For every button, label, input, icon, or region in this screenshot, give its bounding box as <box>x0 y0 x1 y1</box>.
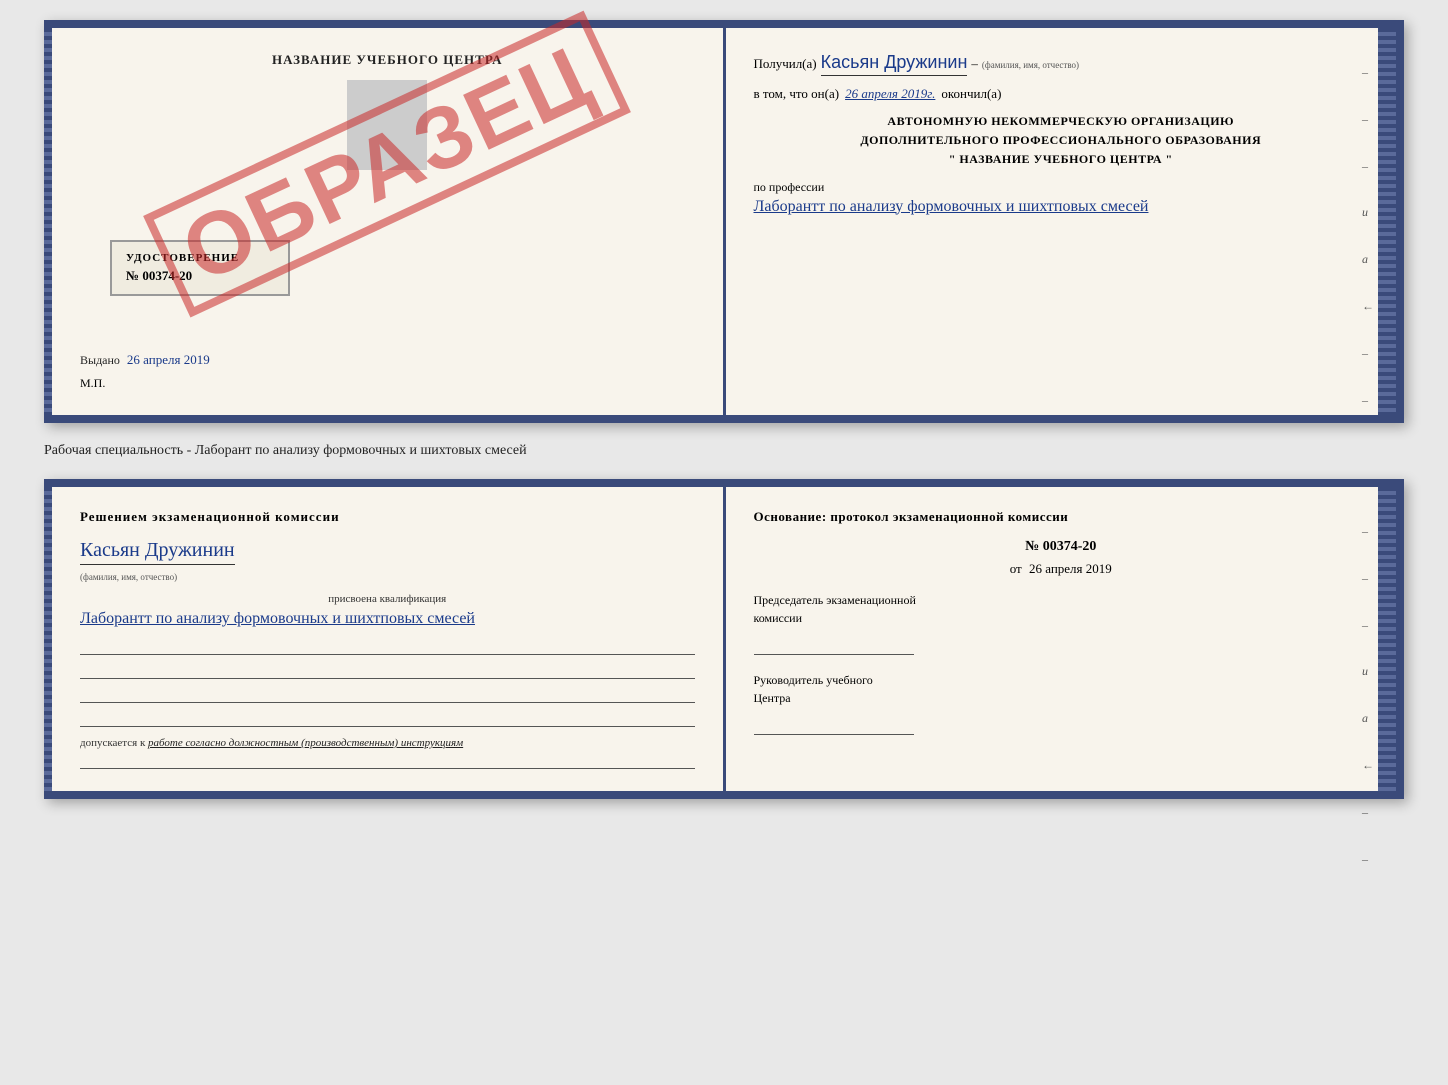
dash-b1: – <box>1362 517 1374 546</box>
underline-b1 <box>80 755 695 769</box>
spine-left-bottom <box>44 487 52 791</box>
predsedatel-line2: комиссии <box>754 609 1369 627</box>
top-certificate-book: НАЗВАНИЕ УЧЕБНОГО ЦЕНТРА ОБРАЗЕЦ УДОСТОВ… <box>44 20 1404 423</box>
ot-date-value: 26 апреля 2019 <box>1029 561 1112 576</box>
spine-right-bottom <box>1378 487 1396 791</box>
org-block: АВТОНОМНУЮ НЕКОММЕРЧЕСКУЮ ОРГАНИЗАЦИЮ ДО… <box>754 112 1369 170</box>
vydano-line: Выдано 26 апреля 2019 <box>80 352 695 368</box>
prisvoena-label: присвоена квалификация <box>80 593 695 605</box>
po-professii-label: по профессии <box>754 180 825 194</box>
cert-left-page: НАЗВАНИЕ УЧЕБНОГО ЦЕНТРА ОБРАЗЕЦ УДОСТОВ… <box>52 28 726 415</box>
spine-left <box>44 28 52 415</box>
dopuskaetsya-text: работе согласно должностным (производств… <box>148 737 463 749</box>
mp-line: М.П. <box>80 376 695 391</box>
resheniem-title: Решением экзаменационной комиссии <box>80 509 695 525</box>
org-line3: " НАЗВАНИЕ УЧЕБНОГО ЦЕНТРА " <box>754 150 1369 169</box>
photo-placeholder <box>347 80 427 170</box>
udostoverenie-number: № 00374-20 <box>126 268 274 284</box>
dash-ba: а <box>1362 704 1374 733</box>
dash-3: – <box>1362 152 1374 181</box>
poluchil-name: Касьян Дружинин <box>821 52 968 76</box>
ot-label: от <box>1010 561 1022 576</box>
dopuskaetsya-block: допускается к работе согласно должностны… <box>80 737 695 749</box>
rukovoditel-line2: Центра <box>754 689 1369 707</box>
dash-1: – <box>1362 58 1374 87</box>
ot-date: от 26 апреля 2019 <box>754 561 1369 577</box>
underlines-bottom <box>80 755 695 769</box>
dash-5: – <box>1362 386 1374 415</box>
vtom-label: в том, что он(а) <box>754 86 840 102</box>
underline-2 <box>80 665 695 679</box>
profesia-block: по профессии Лаборантт по анализу формов… <box>754 180 1369 219</box>
dash-b4: – <box>1362 798 1374 827</box>
dopuskaetsya-label: допускается к <box>80 737 145 749</box>
cert-right-page: Получил(а) Касьян Дружинин – (фамилия, и… <box>726 28 1397 415</box>
udostoverenie-label: УДОСТОВЕРЕНИЕ <box>126 252 274 264</box>
underlines <box>80 641 695 727</box>
poluchil-label: Получил(а) <box>754 56 817 72</box>
dash-arrow: ← <box>1362 292 1374 321</box>
predsedatel-block: Председатель экзаменационной комиссии <box>754 591 1369 655</box>
rukovoditel-sig-line <box>754 715 914 735</box>
kasyan-name-block: Касьян Дружинин (фамилия, имя, отчество) <box>80 539 695 585</box>
right-dashes-bottom: – – – и а ← – – <box>1362 517 1374 873</box>
dash-bi: и <box>1362 657 1374 686</box>
dash-label: – <box>971 56 978 72</box>
dash-barrow: ← <box>1362 751 1374 780</box>
fio-label-top: (фамилия, имя, отчество) <box>982 60 1079 70</box>
udostoverenie-block: УДОСТОВЕРЕНИЕ № 00374-20 <box>110 240 290 296</box>
org-line1: АВТОНОМНУЮ НЕКОММЕРЧЕСКУЮ ОРГАНИЗАЦИЮ <box>754 112 1369 131</box>
right-dashes: – – – и а ← – – <box>1362 58 1374 414</box>
protocol-number: № 00374-20 <box>754 539 1369 555</box>
spine-right-top <box>1378 28 1396 415</box>
rukovoditel-block: Руководитель учебного Центра <box>754 671 1369 735</box>
okonchil-label: окончил(а) <box>941 86 1001 102</box>
bottom-left-page: Решением экзаменационной комиссии Касьян… <box>52 487 726 791</box>
cert-title: НАЗВАНИЕ УЧЕБНОГО ЦЕНТРА <box>80 52 695 68</box>
predsedatel-line1: Председатель экзаменационной <box>754 591 1369 609</box>
dash-b2: – <box>1362 564 1374 593</box>
org-line2: ДОПОЛНИТЕЛЬНОГО ПРОФЕССИОНАЛЬНОГО ОБРАЗО… <box>754 131 1369 150</box>
underline-3 <box>80 689 695 703</box>
predsedatel-sig-line <box>754 635 914 655</box>
vtom-date: 26 апреля 2019г. <box>845 86 935 102</box>
vtom-line: в том, что он(а) 26 апреля 2019г. окончи… <box>754 86 1369 102</box>
dash-a: а <box>1362 245 1374 274</box>
dash-i: и <box>1362 198 1374 227</box>
vydano-date: 26 апреля 2019 <box>127 352 210 367</box>
underline-4 <box>80 713 695 727</box>
subtitle-line: Рабочая специальность - Лаборант по анал… <box>44 439 1404 463</box>
osnovanie-title: Основание: протокол экзаменационной коми… <box>754 509 1369 525</box>
profession-text: Лаборантт по анализу формовочных и шихтп… <box>754 195 1369 219</box>
dash-2: – <box>1362 105 1374 134</box>
bottom-certificate-book: Решением экзаменационной комиссии Касьян… <box>44 479 1404 799</box>
underline-1 <box>80 641 695 655</box>
dash-b5: – <box>1362 845 1374 874</box>
bottom-right-page: Основание: протокол экзаменационной коми… <box>726 487 1397 791</box>
vydano-label: Выдано <box>80 353 120 367</box>
fio-label-bottom: (фамилия, имя, отчество) <box>80 572 177 582</box>
poluchil-line: Получил(а) Касьян Дружинин – (фамилия, и… <box>754 52 1369 76</box>
dash-b3: – <box>1362 611 1374 640</box>
kasyan-name: Касьян Дружинин <box>80 539 235 565</box>
qualification-text: Лаборантт по анализу формовочных и шихтп… <box>80 607 695 631</box>
dash-4: – <box>1362 339 1374 368</box>
rukovoditel-line1: Руководитель учебного <box>754 671 1369 689</box>
